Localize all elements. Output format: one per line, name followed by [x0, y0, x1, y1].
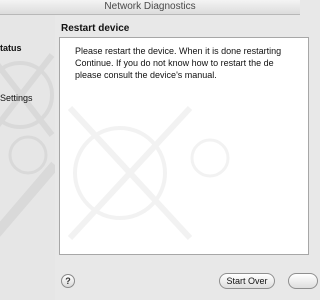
sidebar-item-label: tatus — [0, 43, 22, 53]
window-title: Network Diagnostics — [104, 1, 196, 12]
message-line: please consult the device's manual. — [75, 70, 217, 80]
message-line: Please restart the device. When it is do… — [75, 46, 282, 56]
start-over-button[interactable]: Start Over — [219, 273, 275, 289]
sidebar-item-status[interactable]: tatus — [0, 43, 22, 53]
message-text: Please restart the device. When it is do… — [75, 45, 320, 81]
sidebar-item-label: Settings — [0, 93, 33, 103]
network-illustration — [0, 53, 55, 237]
continue-button[interactable] — [288, 273, 318, 289]
sidebar-item-settings[interactable]: Settings — [0, 93, 33, 103]
page-title: Restart device — [61, 23, 130, 34]
help-icon: ? — [65, 276, 71, 286]
window-titlebar[interactable]: Network Diagnostics — [0, 0, 300, 15]
sidebar: tatus Settings — [0, 15, 55, 300]
help-button[interactable]: ? — [61, 274, 75, 288]
content-panel: Please restart the device. When it is do… — [59, 37, 309, 255]
message-line: Continue. If you do not know how to rest… — [75, 58, 274, 68]
